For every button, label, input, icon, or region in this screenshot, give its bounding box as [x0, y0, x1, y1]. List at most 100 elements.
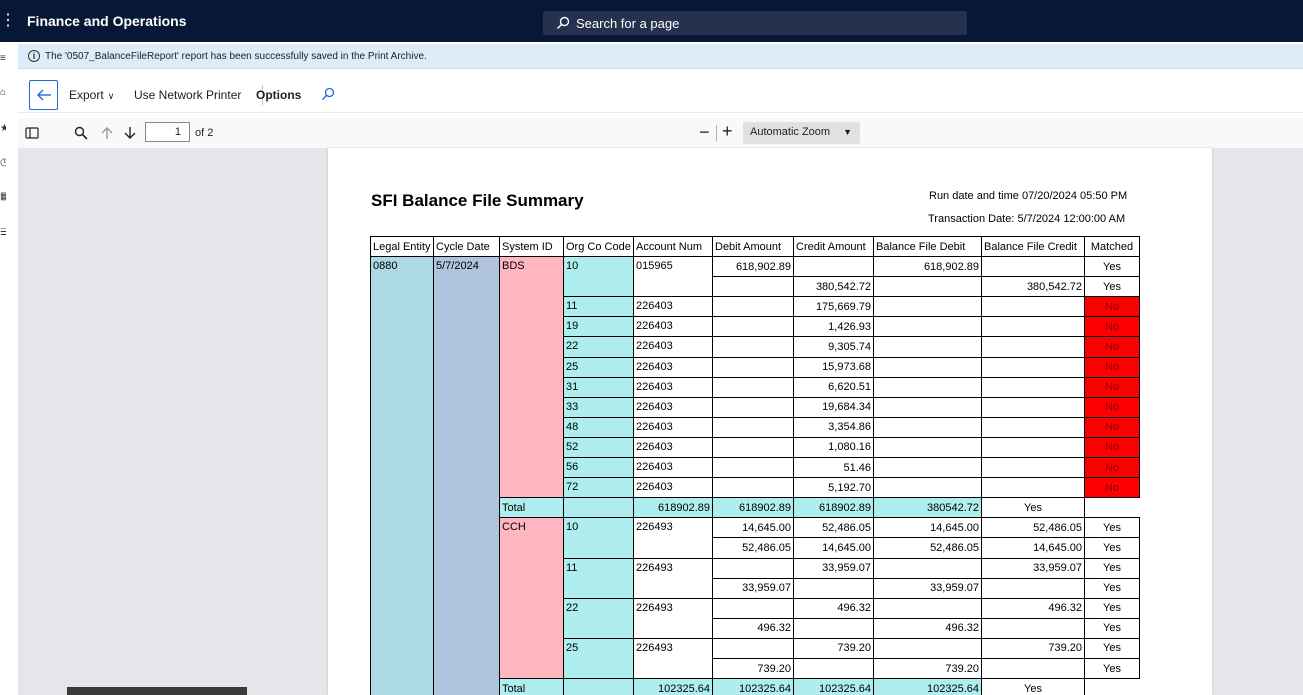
total-matched-cell: Yes [981, 497, 1085, 519]
matched-cell: No [1084, 457, 1140, 479]
workspaces-icon[interactable]: ▦ [0, 192, 6, 202]
total-matched-cell: Yes [981, 678, 1085, 695]
left-nav-rail: ≡ ⌂ ★ ◷ ▦ ☰ [0, 42, 18, 695]
account-num-cell: 226403 [633, 356, 713, 378]
matched-cell: No [1084, 436, 1140, 459]
balance-file-credit-cell [981, 477, 1085, 499]
action-bar: Export ∨ Use Network Printer Options [18, 77, 1303, 113]
matched-cell: Yes [1084, 537, 1140, 559]
matched-cell: Yes [1084, 276, 1140, 298]
debit-amount-cell: 739.20 [712, 657, 794, 680]
credit-amount-cell: 14,645.00 [793, 537, 874, 559]
account-num-cell: 226403 [633, 396, 713, 418]
balance-file-credit-cell [981, 457, 1085, 479]
home-icon[interactable]: ⌂ [0, 88, 6, 98]
app-title[interactable]: Finance and Operations [27, 13, 186, 29]
page-count: of 2 [195, 127, 214, 139]
balance-file-debit-cell: 496.32 [873, 617, 982, 639]
org-co-code-cell: 25 [563, 637, 634, 680]
find-in-document-icon[interactable] [74, 126, 88, 140]
info-icon: i [28, 50, 40, 62]
system-id-cell: CCH [499, 517, 564, 680]
credit-amount-cell: 51.46 [793, 457, 874, 479]
org-co-code-cell: 10 [563, 256, 634, 298]
matched-cell: No [1084, 376, 1140, 398]
legal-entity-cell: 0880 [370, 256, 434, 695]
table-header-row: Legal Entity Cycle Date System ID Org Co… [370, 235, 1140, 258]
zoom-in-button[interactable]: + [722, 122, 733, 140]
sidebar-toggle-icon[interactable] [25, 126, 39, 140]
zoom-select[interactable]: Automatic Zoom ▼ [743, 122, 860, 144]
matched-cell: No [1084, 356, 1140, 378]
balance-file-debit-cell [873, 376, 982, 398]
credit-amount-cell: 175,669.79 [793, 296, 874, 318]
credit-amount-cell: 1,426.93 [793, 316, 874, 338]
balance-file-debit-cell [873, 336, 982, 358]
account-num-cell: 226493 [633, 597, 713, 639]
org-co-code-cell: 25 [563, 356, 634, 378]
matched-cell: No [1084, 396, 1140, 418]
account-num-cell: 015965 [633, 256, 713, 298]
balance-file-credit-cell: 380,542.72 [981, 276, 1085, 298]
balance-file-debit-cell [873, 557, 982, 579]
total-debit-cell: 618902.89 [633, 497, 713, 519]
search-box[interactable]: Search for a page [543, 11, 967, 35]
zoom-value: Automatic Zoom [750, 126, 831, 138]
search-placeholder: Search for a page [576, 16, 680, 31]
debit-amount-cell [712, 416, 794, 438]
col-header: Debit Amount [712, 235, 794, 258]
message-bar: i The '0507_BalanceFileReport' report ha… [18, 44, 1303, 69]
balance-file-debit-cell [873, 396, 982, 418]
back-arrow-icon [37, 89, 51, 101]
total-bf-credit-cell: 380542.72 [873, 497, 982, 519]
balance-file-credit-cell [981, 577, 1085, 599]
debit-amount-cell: 496.32 [712, 617, 794, 639]
balance-file-credit-cell [981, 336, 1085, 358]
next-page-icon[interactable] [123, 126, 137, 140]
balance-file-credit-cell: 52,486.05 [981, 517, 1085, 539]
account-num-cell: 226493 [633, 557, 713, 599]
matched-cell: Yes [1084, 517, 1140, 539]
account-num-cell: 226493 [633, 517, 713, 559]
back-button[interactable] [29, 80, 58, 110]
credit-amount-cell: 19,684.34 [793, 396, 874, 418]
credit-amount-cell: 496.32 [793, 597, 874, 619]
debit-amount-cell [712, 436, 794, 459]
matched-cell: Yes [1084, 617, 1140, 639]
org-co-code-cell: 48 [563, 416, 634, 438]
debit-amount-cell [712, 316, 794, 338]
menu-icon[interactable]: ≡ [0, 54, 6, 64]
credit-amount-cell [793, 617, 874, 639]
balance-file-debit-cell [873, 356, 982, 378]
balance-file-credit-cell [981, 296, 1085, 318]
org-co-code-cell: 56 [563, 457, 634, 479]
recent-icon[interactable]: ◷ [0, 158, 6, 168]
credit-amount-cell: 52,486.05 [793, 517, 874, 539]
system-id-cell: BDS [499, 256, 564, 499]
export-button[interactable]: Export ∨ [69, 88, 114, 102]
col-header: System ID [499, 235, 564, 258]
page-number-input[interactable]: 1 [145, 122, 190, 142]
balance-file-credit-cell [981, 657, 1085, 680]
org-co-code-cell: 11 [563, 296, 634, 318]
debit-amount-cell: 33,959.07 [712, 577, 794, 599]
zoom-out-button[interactable]: − [699, 123, 710, 141]
previous-page-icon[interactable] [100, 126, 114, 140]
credit-amount-cell [793, 256, 874, 278]
pdf-viewer[interactable]: SFI Balance File Summary Run date and ti… [18, 148, 1303, 695]
total-bf-debit-cell: 618902.89 [793, 497, 874, 519]
find-icon[interactable] [321, 87, 335, 101]
balance-file-credit-cell [981, 356, 1085, 378]
run-date-time: Run date and time 07/20/2024 05:50 PM [929, 190, 1128, 202]
matched-cell: No [1084, 316, 1140, 338]
balance-file-debit-cell: 33,959.07 [873, 577, 982, 599]
options-button[interactable]: Options [256, 88, 301, 102]
modules-icon[interactable]: ☰ [0, 228, 6, 238]
org-co-code-cell: 31 [563, 376, 634, 398]
favorites-icon[interactable]: ★ [0, 124, 6, 134]
account-num-cell: 226403 [633, 316, 713, 338]
credit-amount-cell: 380,542.72 [793, 276, 874, 298]
app-launcher-icon[interactable]: ⋮ [0, 13, 16, 31]
account-num-cell: 226493 [633, 637, 713, 680]
use-network-printer-button[interactable]: Use Network Printer [134, 88, 241, 102]
